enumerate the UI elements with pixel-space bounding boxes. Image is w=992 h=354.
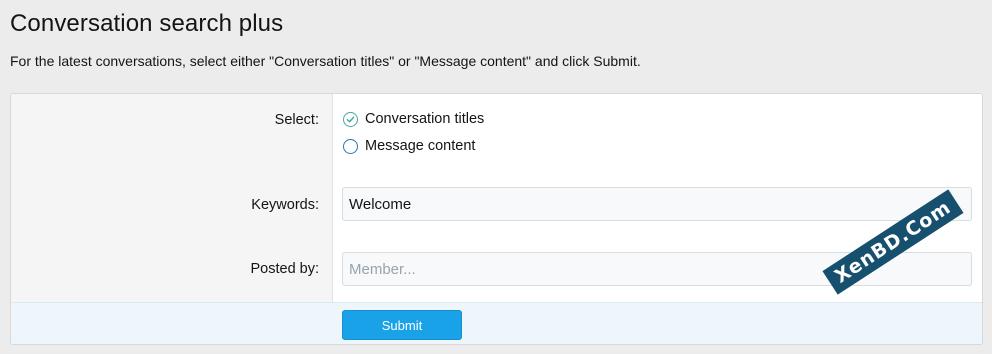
radio-conversation-titles-label: Conversation titles bbox=[365, 111, 485, 127]
label-column: Select: Keywords: Posted by: bbox=[11, 94, 333, 302]
submit-button[interactable]: Submit bbox=[342, 310, 462, 340]
radio-message-content[interactable]: Message content bbox=[343, 138, 475, 154]
radio-checked-icon[interactable] bbox=[343, 111, 358, 127]
keywords-input[interactable] bbox=[342, 187, 972, 221]
page-title: Conversation search plus bbox=[10, 10, 284, 37]
radio-unchecked-icon[interactable] bbox=[343, 138, 358, 154]
posted-by-label: Posted by: bbox=[250, 261, 319, 277]
page-description: For the latest conversations, select eit… bbox=[10, 53, 641, 69]
select-label: Select: bbox=[274, 112, 319, 128]
keywords-label: Keywords: bbox=[251, 197, 319, 213]
search-form: Select: Keywords: Posted by: Conversatio… bbox=[10, 93, 983, 345]
radio-message-content-label: Message content bbox=[365, 138, 476, 154]
submit-row: Submit bbox=[11, 302, 982, 344]
radio-conversation-titles[interactable]: Conversation titles bbox=[343, 111, 484, 127]
